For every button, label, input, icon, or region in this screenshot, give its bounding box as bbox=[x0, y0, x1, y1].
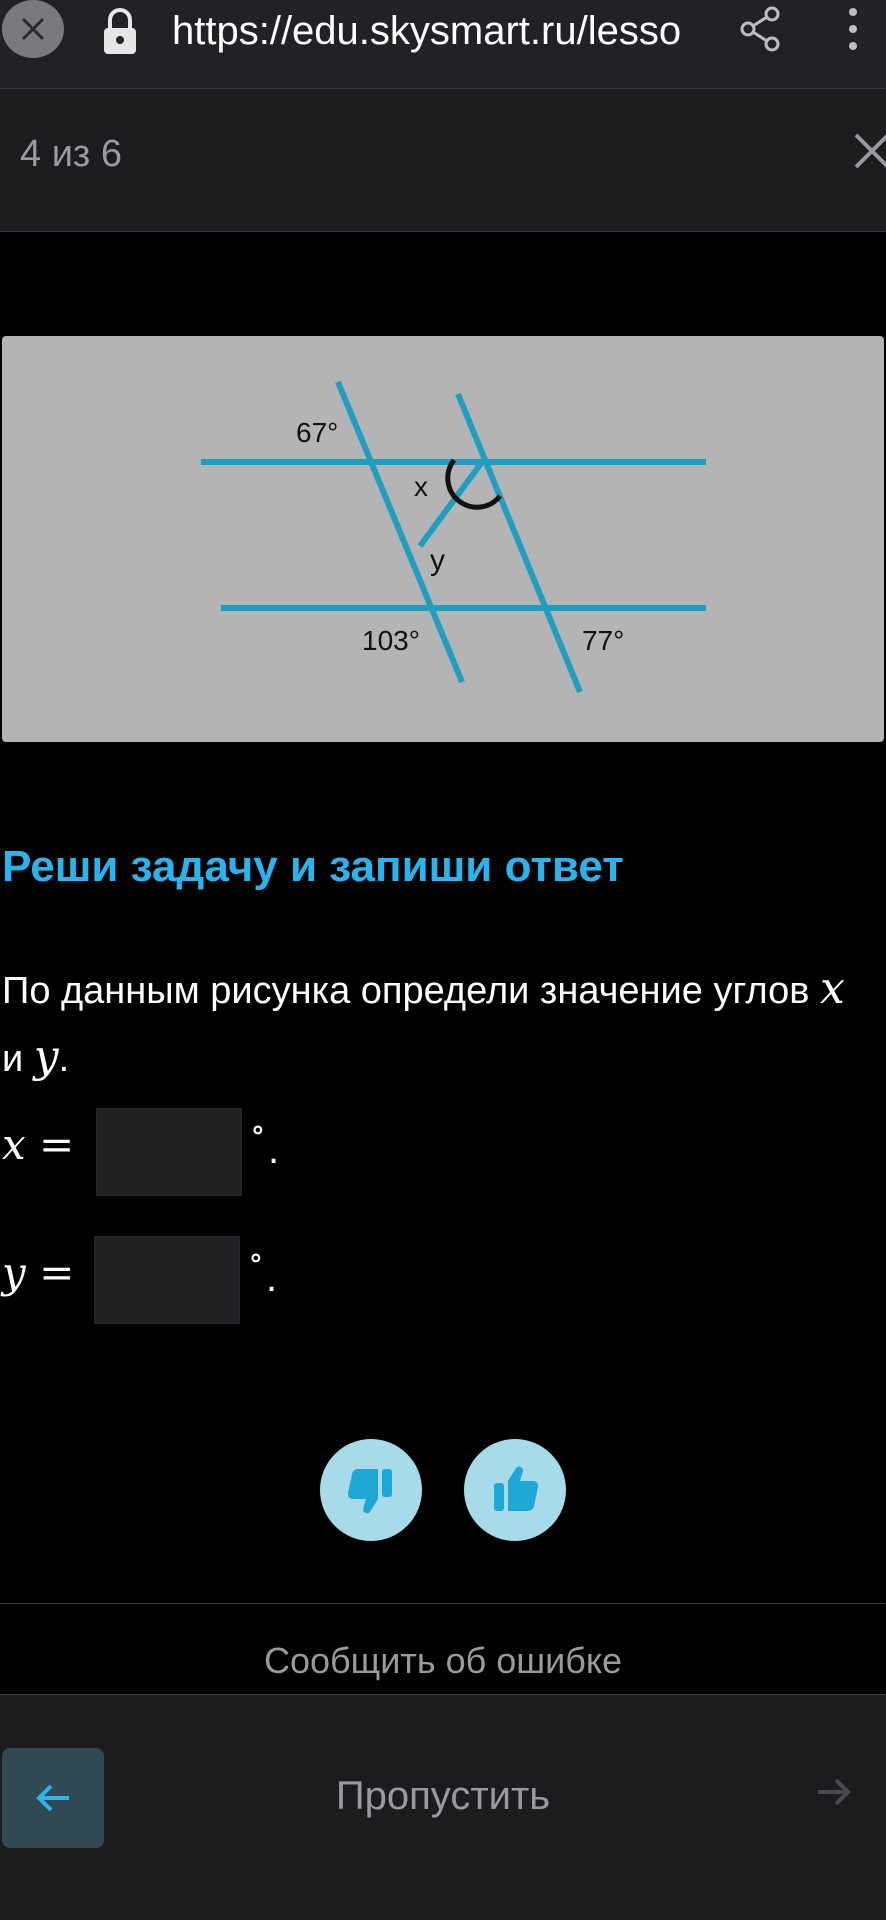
task-description: По данным рисунка определи значение угло… bbox=[2, 956, 862, 1092]
var-x: x bbox=[819, 963, 845, 1014]
thumbs-down-icon bbox=[347, 1468, 392, 1514]
answer-row-x: x = ∘ . bbox=[2, 1108, 402, 1198]
task-end: . bbox=[58, 1038, 70, 1080]
right-transversal bbox=[455, 392, 583, 694]
close-icon bbox=[21, 17, 45, 41]
browser-bar: https://edu.skysmart.ru/lesso bbox=[0, 0, 886, 89]
back-button[interactable] bbox=[2, 1748, 104, 1848]
x-answer-input[interactable] bbox=[96, 1108, 242, 1196]
lock-icon bbox=[104, 8, 136, 54]
progress-indicator: 4 из 6 bbox=[20, 133, 123, 175]
more-options-icon[interactable] bbox=[838, 4, 868, 54]
divider bbox=[0, 1603, 886, 1604]
bottom-navigation: Пропустить bbox=[0, 1694, 886, 1920]
y-answer-input[interactable] bbox=[94, 1236, 240, 1324]
lesson-header: 4 из 6 bbox=[0, 89, 886, 232]
x-label: x = bbox=[2, 1120, 75, 1169]
close-tab-button[interactable] bbox=[2, 0, 64, 58]
skip-button[interactable]: Пропустить bbox=[300, 1774, 586, 1819]
task-conjunction: и bbox=[2, 1038, 24, 1080]
label-77: 77° bbox=[582, 625, 624, 656]
period-x: . bbox=[268, 1128, 280, 1172]
label-67: 67° bbox=[296, 417, 338, 448]
degree-sign-y: ∘ bbox=[248, 1238, 264, 1276]
task-title: Реши задачу и запиши ответ bbox=[2, 842, 624, 891]
url-field[interactable]: https://edu.skysmart.ru/lesso bbox=[172, 4, 700, 58]
report-error-link[interactable]: Сообщить об ошибке bbox=[0, 1640, 886, 1682]
period-y: . bbox=[266, 1256, 278, 1300]
label-x: x bbox=[414, 471, 428, 502]
y-label: y = bbox=[2, 1248, 75, 1297]
segment-to-y bbox=[417, 460, 485, 548]
parallel-lines-diagram: 67° x y 103° 77° bbox=[201, 380, 706, 694]
label-y: y bbox=[430, 544, 445, 577]
close-lesson-icon[interactable] bbox=[852, 131, 886, 171]
like-button[interactable] bbox=[464, 1439, 566, 1541]
task-text-main: По данным рисунка определи значение угло… bbox=[2, 970, 810, 1012]
share-icon[interactable] bbox=[736, 4, 786, 54]
label-103: 103° bbox=[362, 625, 420, 656]
arrow-right-icon[interactable] bbox=[814, 1772, 854, 1812]
var-y: y bbox=[33, 1031, 59, 1082]
arrow-left-icon bbox=[36, 1784, 69, 1812]
dislike-button[interactable] bbox=[320, 1439, 422, 1541]
degree-sign-x: ∘ bbox=[250, 1110, 266, 1148]
geometry-figure: 67° x y 103° 77° bbox=[2, 336, 884, 742]
bottom-divider bbox=[0, 1694, 886, 1695]
thumbs-up-icon bbox=[494, 1466, 539, 1512]
answer-row-y: y = ∘ . bbox=[2, 1236, 402, 1326]
